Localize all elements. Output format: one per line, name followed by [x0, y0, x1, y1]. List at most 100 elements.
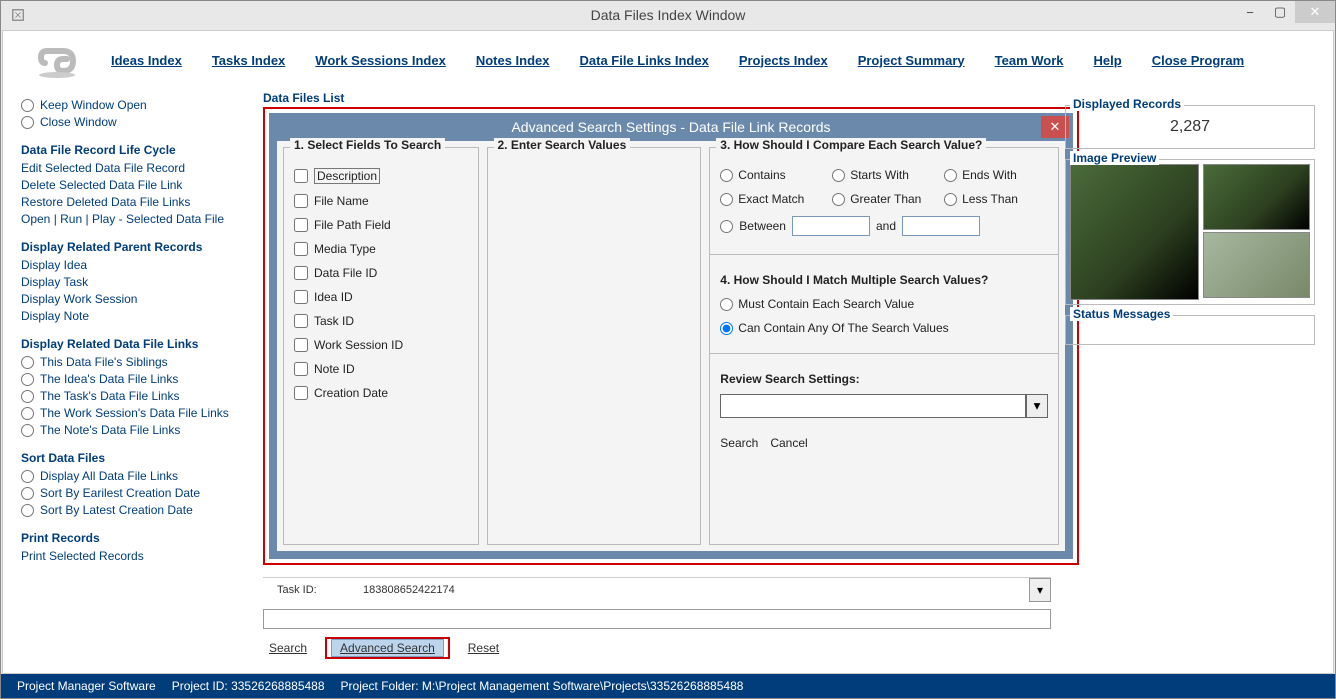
note-dfl-radio[interactable]: The Note's Data File Links [21, 423, 259, 437]
field-file-path[interactable]: File Path Field [294, 218, 468, 232]
advanced-search-link[interactable]: Advanced Search [331, 639, 444, 657]
compare-contains[interactable]: Contains [720, 168, 824, 182]
compare-ends[interactable]: Ends With [944, 168, 1048, 182]
minimize-button[interactable]: − [1235, 1, 1265, 23]
compare-options: Contains Starts With Ends With Exact Mat… [720, 168, 1048, 206]
close-window[interactable]: Close Window [21, 115, 259, 129]
right-column: Displayed Records 2,287 Image Preview St… [1065, 95, 1315, 345]
menu-project-summary[interactable]: Project Summary [858, 53, 965, 68]
dialog-actions: Search Cancel [720, 436, 1048, 450]
between-to-input[interactable] [902, 216, 980, 236]
field-note-id[interactable]: Note ID [294, 362, 468, 376]
review-label: Review Search Settings: [720, 372, 1048, 386]
dialog-cancel-button[interactable]: Cancel [770, 436, 807, 450]
display-ws-link[interactable]: Display Work Session [21, 292, 259, 306]
compare-between[interactable]: Between and [720, 216, 1048, 236]
field-task-id-label: Task ID [314, 314, 354, 328]
menu-tasks[interactable]: Tasks Index [212, 53, 285, 68]
menu-ideas[interactable]: Ideas Index [111, 53, 182, 68]
review-dropdown-button[interactable]: ▾ [1026, 394, 1048, 418]
task-dropdown-button[interactable]: ▾ [1029, 578, 1051, 602]
field-creation-date[interactable]: Creation Date [294, 386, 468, 400]
field-data-file-id[interactable]: Data File ID [294, 266, 468, 280]
ws-dfl-label: The Work Session's Data File Links [40, 406, 229, 420]
preview-image-main [1070, 164, 1199, 300]
compare-greater[interactable]: Greater Than [832, 192, 936, 206]
field-ws-id[interactable]: Work Session ID [294, 338, 468, 352]
compare-less[interactable]: Less Than [944, 192, 1048, 206]
menubar: Ideas Index Tasks Index Work Sessions In… [3, 31, 1333, 89]
match-must[interactable]: Must Contain Each Search Value [720, 297, 1048, 311]
advanced-search-dialog: Advanced Search Settings - Data File Lin… [269, 113, 1073, 559]
dialog-search-button[interactable]: Search [720, 436, 758, 450]
status-messages-label: Status Messages [1070, 307, 1173, 321]
note-dfl-label: The Note's Data File Links [40, 423, 180, 437]
app-window: Data Files Index Window − ▢ ✕ Ideas Inde… [0, 0, 1336, 699]
compare-less-label: Less Than [962, 192, 1018, 206]
menu-close-program[interactable]: Close Program [1152, 53, 1244, 68]
field-media-type[interactable]: Media Type [294, 242, 468, 256]
keep-window-open[interactable]: Keep Window Open [21, 98, 259, 112]
field-idea-id[interactable]: Idea ID [294, 290, 468, 304]
between-from-input[interactable] [792, 216, 870, 236]
between-and-label: and [876, 219, 896, 233]
edit-record-link[interactable]: Edit Selected Data File Record [21, 161, 259, 175]
compare-exact-label: Exact Match [738, 192, 804, 206]
compare-starts-label: Starts With [850, 168, 909, 182]
restore-link[interactable]: Restore Deleted Data File Links [21, 195, 259, 209]
field-description[interactable]: Description [294, 168, 468, 184]
display-idea-link[interactable]: Display Idea [21, 258, 259, 272]
menu-notes[interactable]: Notes Index [476, 53, 550, 68]
search-link[interactable]: Search [269, 641, 307, 655]
compare-exact[interactable]: Exact Match [720, 192, 824, 206]
sidebar: Keep Window Open Close Window Data File … [21, 95, 259, 566]
content-area: Ideas Index Tasks Index Work Sessions In… [2, 30, 1334, 674]
app-icon [7, 4, 29, 26]
maximize-button[interactable]: ▢ [1265, 1, 1295, 23]
field-creation-date-label: Creation Date [314, 386, 388, 400]
sort-all-radio[interactable]: Display All Data File Links [21, 469, 259, 483]
sort-latest-radio[interactable]: Sort By Latest Creation Date [21, 503, 259, 517]
field-media-type-label: Media Type [314, 242, 376, 256]
print-selected-link[interactable]: Print Selected Records [21, 549, 259, 563]
review-input[interactable] [720, 394, 1026, 418]
task-dfl-label: The Task's Data File Links [40, 389, 179, 403]
sort-earliest-radio[interactable]: Sort By Earilest Creation Date [21, 486, 259, 500]
display-note-link[interactable]: Display Note [21, 309, 259, 323]
task-id-value: 183808652422174 [363, 584, 455, 596]
field-idea-id-label: Idea ID [314, 290, 353, 304]
fields-panel-title: 1. Select Fields To Search [290, 138, 445, 152]
status-messages-panel: Status Messages [1065, 315, 1315, 345]
highlight-box: Advanced Search Settings - Data File Lin… [263, 107, 1079, 565]
field-task-id[interactable]: Task ID [294, 314, 468, 328]
idea-dfl-radio[interactable]: The Idea's Data File Links [21, 372, 259, 386]
search-input[interactable] [263, 609, 1051, 629]
siblings-label: This Data File's Siblings [40, 355, 168, 369]
display-task-link[interactable]: Display Task [21, 275, 259, 289]
task-row: Task ID: 183808652422174 ▾ [263, 577, 1051, 601]
match-must-label: Must Contain Each Search Value [738, 297, 914, 311]
values-panel: 2. Enter Search Values [487, 147, 702, 545]
sort-header: Sort Data Files [21, 451, 259, 465]
match-any[interactable]: Can Contain Any Of The Search Values [720, 321, 1048, 335]
compare-starts[interactable]: Starts With [832, 168, 936, 182]
center-panel: Data Files List Advanced Search Settings… [263, 95, 1051, 673]
menu-work-sessions[interactable]: Work Sessions Index [315, 53, 446, 68]
menu-team-work[interactable]: Team Work [995, 53, 1064, 68]
task-dfl-radio[interactable]: The Task's Data File Links [21, 389, 259, 403]
menu-data-file-links[interactable]: Data File Links Index [580, 53, 709, 68]
displayed-records-label: Displayed Records [1070, 97, 1184, 111]
task-id-label: Task ID: [263, 584, 363, 596]
ws-dfl-radio[interactable]: The Work Session's Data File Links [21, 406, 259, 420]
siblings-radio[interactable]: This Data File's Siblings [21, 355, 259, 369]
menu-projects[interactable]: Projects Index [739, 53, 828, 68]
data-files-list-label: Data Files List [263, 91, 344, 105]
close-button[interactable]: ✕ [1295, 1, 1335, 23]
reset-link[interactable]: Reset [468, 641, 499, 655]
open-run-play-link[interactable]: Open | Run | Play - Selected Data File [21, 212, 259, 226]
field-file-name[interactable]: File Name [294, 194, 468, 208]
field-file-name-label: File Name [314, 194, 369, 208]
menu-help[interactable]: Help [1094, 53, 1122, 68]
delete-link[interactable]: Delete Selected Data File Link [21, 178, 259, 192]
field-note-id-label: Note ID [314, 362, 355, 376]
